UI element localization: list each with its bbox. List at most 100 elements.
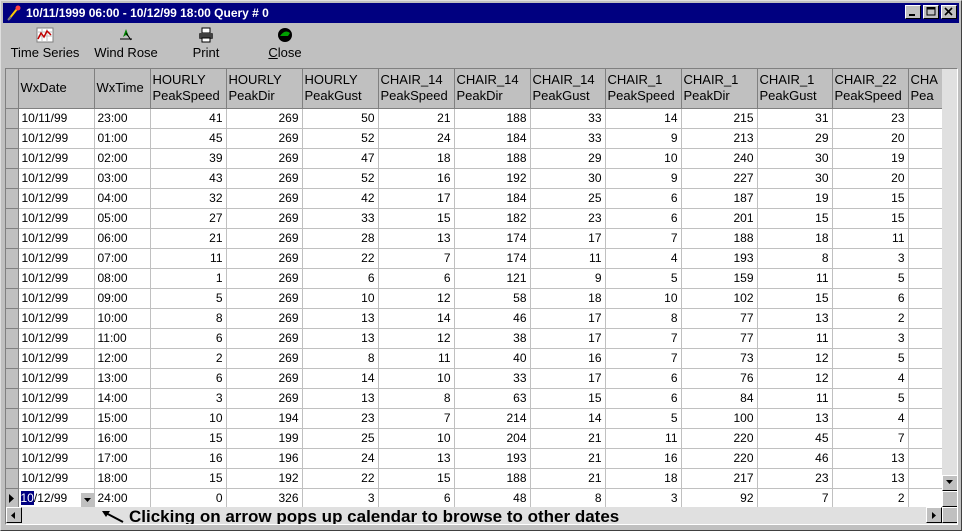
table-cell[interactable]: 269 xyxy=(226,308,303,329)
table-cell[interactable]: 4 xyxy=(605,248,682,269)
table-cell[interactable]: 2 xyxy=(832,308,909,329)
table-cell[interactable]: 24 xyxy=(302,448,379,469)
table-cell[interactable]: 12 xyxy=(378,328,455,349)
table-cell[interactable]: 9 xyxy=(605,128,682,149)
table-cell[interactable]: 10/11/99 xyxy=(18,108,95,129)
table-cell[interactable]: 23:00 xyxy=(94,108,151,129)
close-button[interactable]: Close xyxy=(263,25,307,65)
table-cell[interactable]: 21 xyxy=(530,428,606,449)
table-cell[interactable]: 192 xyxy=(226,468,303,489)
table-cell[interactable]: 16 xyxy=(605,448,682,469)
table-cell[interactable]: 45 xyxy=(150,128,227,149)
table-cell[interactable]: 2 xyxy=(832,488,909,509)
table-cell[interactable]: 269 xyxy=(226,288,303,309)
wind-rose-button[interactable]: Wind Rose xyxy=(89,25,163,65)
table-cell[interactable]: 17 xyxy=(530,308,606,329)
table-cell[interactable]: 8 xyxy=(378,388,455,409)
table-cell[interactable]: 12 xyxy=(757,348,833,369)
table-cell[interactable]: 10 xyxy=(605,288,682,309)
table-cell[interactable]: 121 xyxy=(454,268,531,289)
table-cell[interactable]: 4 xyxy=(832,368,909,389)
row-selector[interactable] xyxy=(6,148,19,169)
table-cell[interactable]: 6 xyxy=(378,488,455,509)
table-row[interactable]: 10/11/99 23:00 41 269 50 21 188 33 14 215 31 23 xyxy=(6,108,949,129)
table-cell[interactable]: 20 xyxy=(832,168,909,189)
table-cell[interactable]: 7 xyxy=(605,348,682,369)
calendar-dropdown-button[interactable] xyxy=(79,492,93,507)
table-cell[interactable]: 15 xyxy=(832,208,909,229)
table-cell[interactable]: 12 xyxy=(378,288,455,309)
table-cell[interactable]: 18 xyxy=(378,148,455,169)
table-cell[interactable]: 11 xyxy=(378,348,455,369)
table-row[interactable]: 10/12/99 04:00 32 269 42 17 184 25 6 187 19 15 xyxy=(6,188,949,209)
row-selector[interactable] xyxy=(6,188,19,209)
row-selector[interactable] xyxy=(6,168,19,189)
vertical-scrollbar[interactable] xyxy=(942,69,957,507)
print-button[interactable]: Print xyxy=(185,25,227,65)
table-cell[interactable]: 7 xyxy=(605,328,682,349)
table-cell[interactable]: 20 xyxy=(832,128,909,149)
table-cell[interactable]: 220 xyxy=(681,448,758,469)
table-cell[interactable]: 6 xyxy=(605,188,682,209)
table-cell[interactable]: 188 xyxy=(454,468,531,489)
table-cell[interactable]: 16 xyxy=(150,448,227,469)
table-cell[interactable]: 12 xyxy=(757,368,833,389)
table-cell[interactable]: 10/12/99 xyxy=(18,448,95,469)
table-cell[interactable]: 18 xyxy=(757,228,833,249)
table-row[interactable]: 10/12/99 10:00 8 269 13 14 46 17 8 77 13 2 xyxy=(6,308,949,329)
table-cell[interactable]: 43 xyxy=(150,168,227,189)
table-cell[interactable]: 269 xyxy=(226,348,303,369)
table-cell[interactable]: 16 xyxy=(530,348,606,369)
table-row[interactable]: 10/12/99 06:00 21 269 28 13 174 17 7 188 18 11 xyxy=(6,228,949,249)
close-window-button[interactable] xyxy=(941,5,957,19)
row-selector[interactable] xyxy=(6,368,19,389)
table-cell[interactable]: 10/12/99 xyxy=(18,348,95,369)
table-cell[interactable]: 25 xyxy=(302,428,379,449)
row-selector[interactable] xyxy=(6,128,19,149)
table-cell[interactable]: 32 xyxy=(150,188,227,209)
table-cell[interactable]: 184 xyxy=(454,188,531,209)
table-cell[interactable]: 5 xyxy=(832,268,909,289)
table-cell[interactable]: 92 xyxy=(681,488,758,509)
table-cell[interactable]: 5 xyxy=(605,408,682,429)
table-cell[interactable]: 6 xyxy=(150,328,227,349)
table-cell[interactable]: 8 xyxy=(530,488,606,509)
row-selector[interactable] xyxy=(6,428,19,449)
table-cell[interactable]: 15 xyxy=(150,468,227,489)
table-cell[interactable]: 18:00 xyxy=(94,468,151,489)
table-cell[interactable]: 14 xyxy=(378,308,455,329)
table-cell[interactable]: 227 xyxy=(681,168,758,189)
table-cell[interactable]: 18 xyxy=(605,468,682,489)
table-cell[interactable]: 10/12/99 xyxy=(18,388,95,409)
table-cell[interactable]: 14 xyxy=(302,368,379,389)
table-cell[interactable]: 326 xyxy=(226,488,303,509)
table-cell[interactable]: 48 xyxy=(454,488,531,509)
table-cell[interactable]: 269 xyxy=(226,268,303,289)
table-cell[interactable]: 182 xyxy=(454,208,531,229)
table-cell[interactable]: 5 xyxy=(832,388,909,409)
table-cell[interactable]: 10/12/99 xyxy=(18,288,95,309)
table-row[interactable]: 10/12/99 01:00 45 269 52 24 184 33 9 213 29 20 xyxy=(6,128,949,149)
table-cell[interactable]: 13 xyxy=(302,328,379,349)
table-cell[interactable]: 14 xyxy=(530,408,606,429)
scroll-down-button[interactable] xyxy=(942,475,957,491)
row-selector[interactable] xyxy=(6,268,19,289)
table-cell[interactable]: 13 xyxy=(378,448,455,469)
table-cell[interactable]: 15 xyxy=(832,188,909,209)
table-cell[interactable]: 11 xyxy=(757,268,833,289)
table-cell[interactable]: 11 xyxy=(530,248,606,269)
table-cell[interactable]: 52 xyxy=(302,128,379,149)
table-cell[interactable]: 11 xyxy=(605,428,682,449)
table-row[interactable]: 10/12/99 02:00 39 269 47 18 188 29 10 240 30 19 xyxy=(6,148,949,169)
table-cell[interactable]: 17 xyxy=(530,368,606,389)
table-cell[interactable]: 188 xyxy=(454,148,531,169)
table-cell[interactable]: 31 xyxy=(757,108,833,129)
table-cell[interactable]: 8 xyxy=(605,308,682,329)
maximize-button[interactable] xyxy=(923,5,939,19)
table-cell[interactable]: 02:00 xyxy=(94,148,151,169)
table-cell[interactable]: 23 xyxy=(302,408,379,429)
table-row[interactable]: 10/12/99 12:00 2 269 8 11 40 16 7 73 12 5 xyxy=(6,348,949,369)
table-cell[interactable]: 5 xyxy=(832,348,909,369)
table-cell[interactable]: 23 xyxy=(757,468,833,489)
table-cell[interactable]: 10 xyxy=(605,148,682,169)
